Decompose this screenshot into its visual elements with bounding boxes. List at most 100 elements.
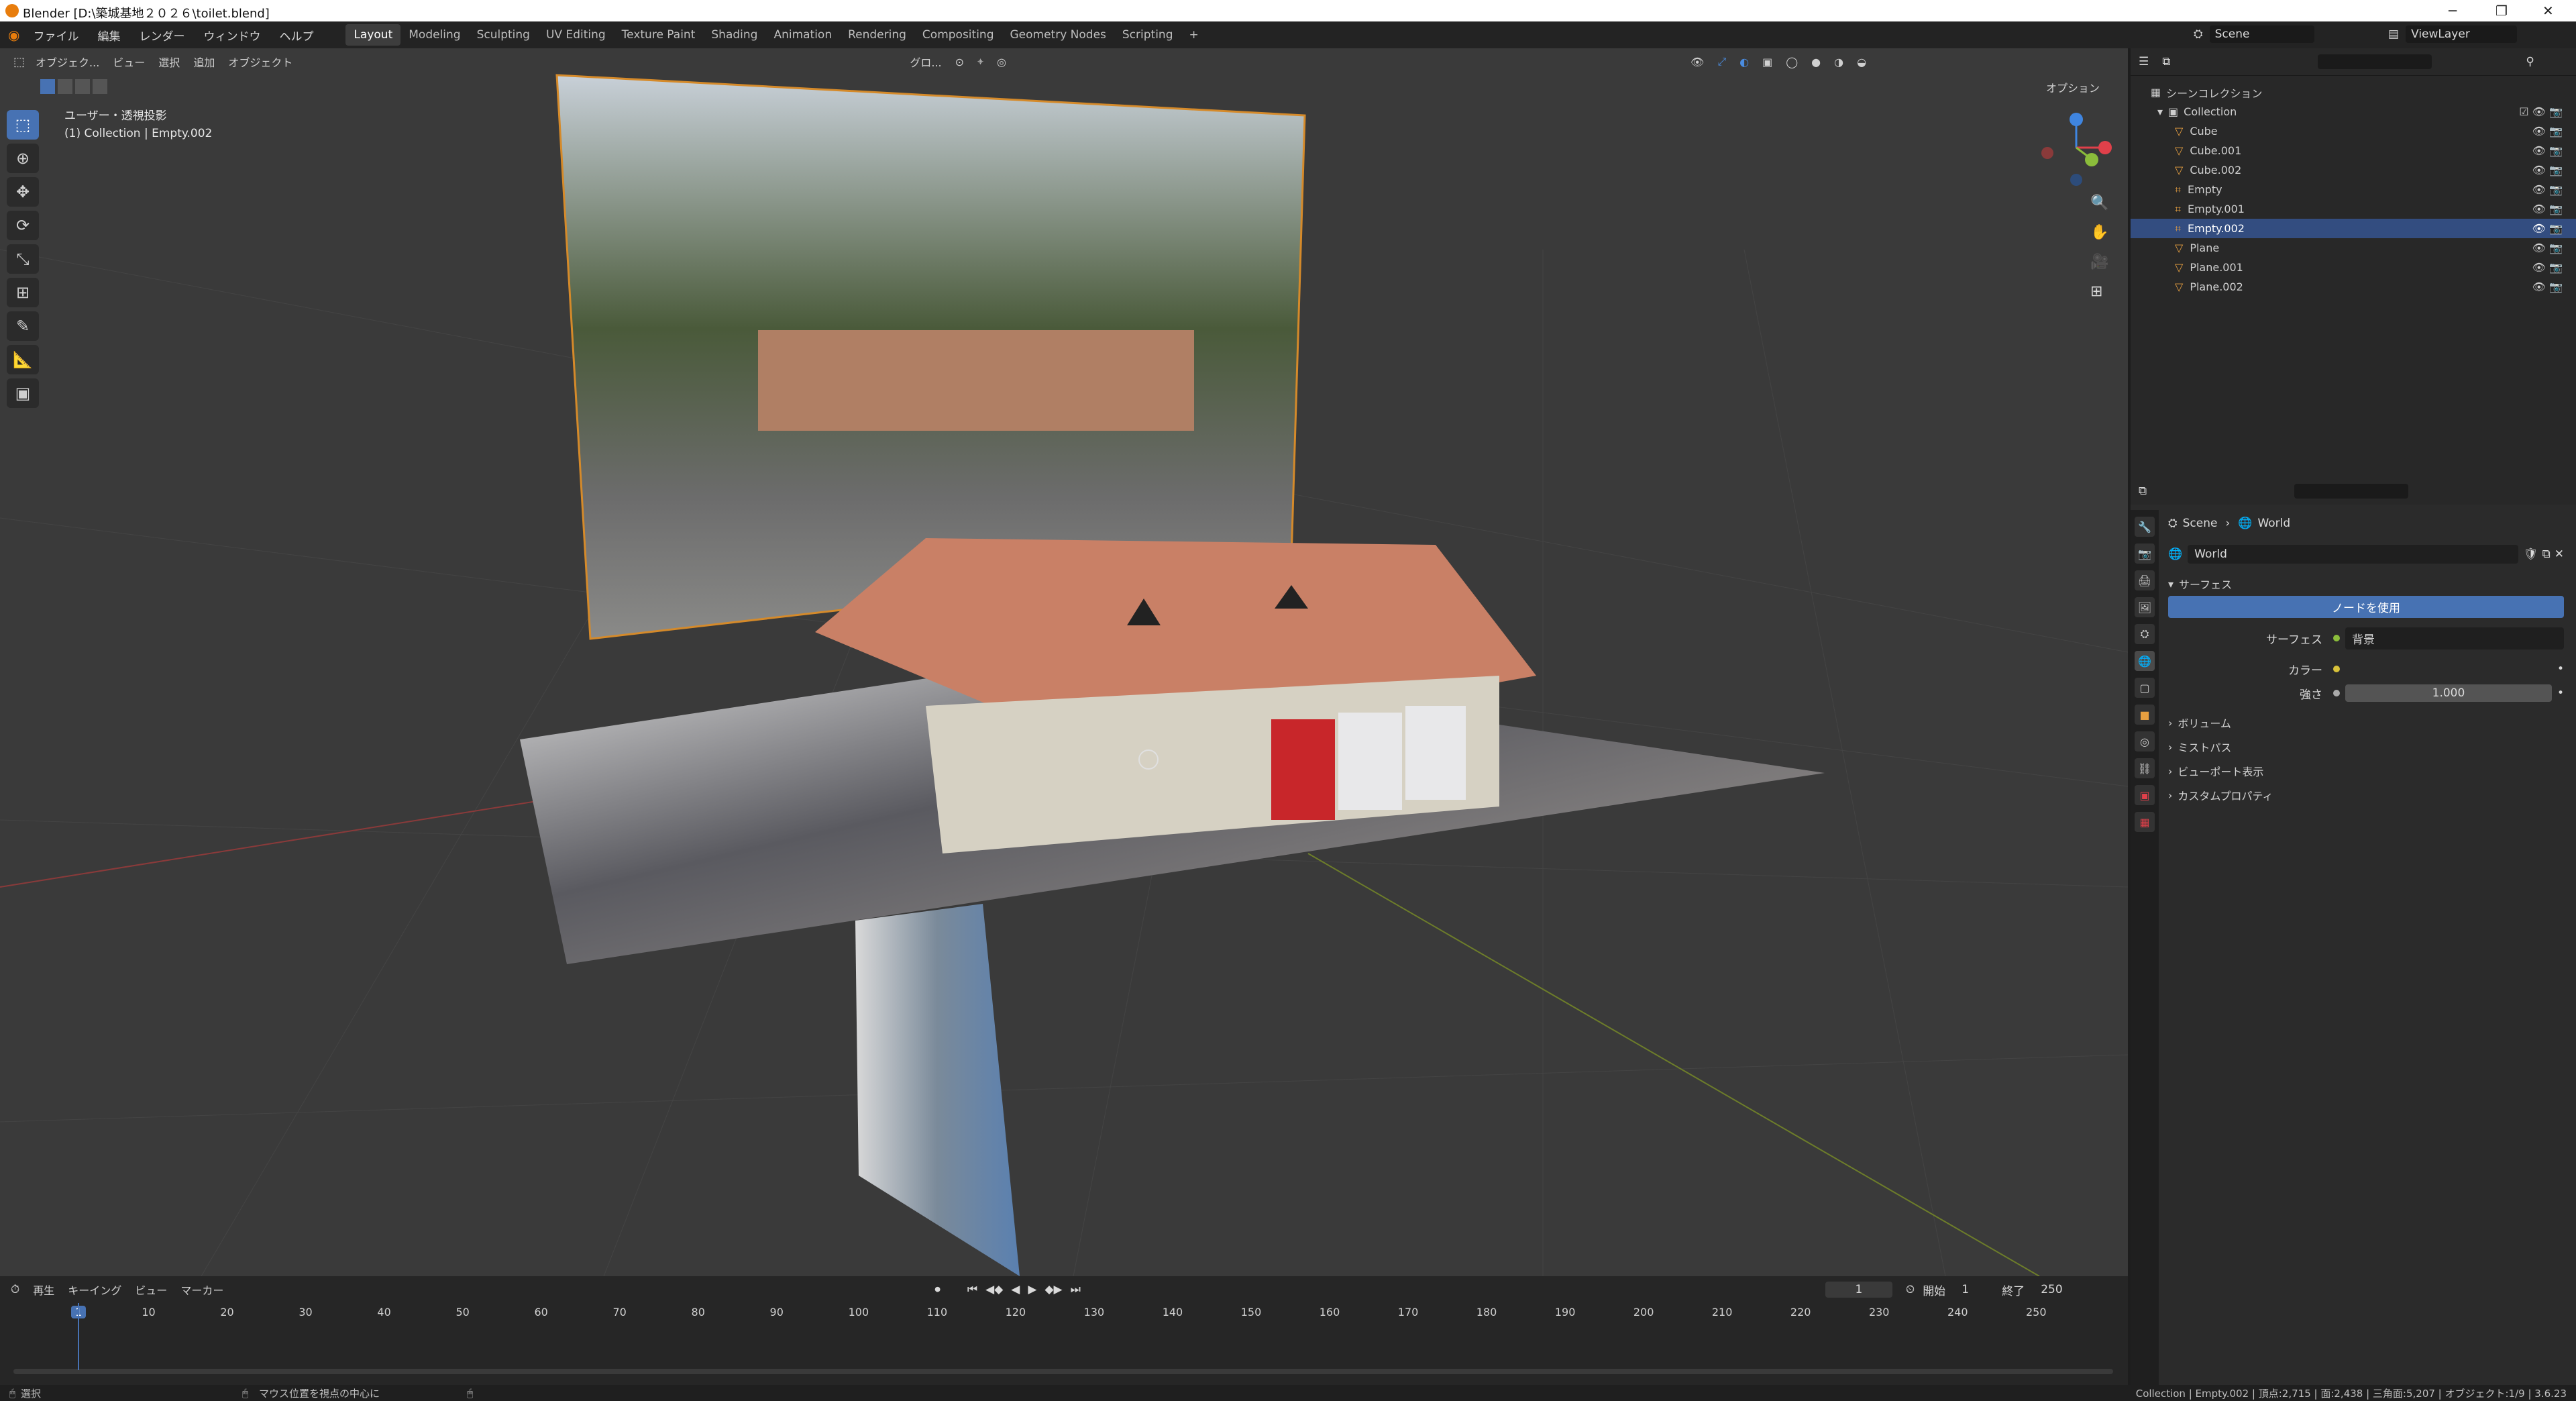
- playback-menu[interactable]: 再生: [33, 1282, 54, 1298]
- select-intersect-icon[interactable]: [93, 79, 107, 94]
- outliner-item-empty-002[interactable]: ⌗ Empty.002 👁 📷: [2131, 219, 2576, 238]
- visibility-toggle-icon[interactable]: 👁 📷: [2532, 183, 2563, 196]
- gizmo-z-axis[interactable]: [2070, 113, 2083, 126]
- outliner-item-plane[interactable]: ▽ Plane 👁 📷: [2151, 238, 2576, 258]
- tool-tab-icon[interactable]: 🔧: [2135, 517, 2155, 537]
- shading-rendered-icon[interactable]: ◒: [1857, 56, 1866, 68]
- shading-material-icon[interactable]: ◑: [1834, 56, 1843, 68]
- transform-orientation-dropdown[interactable]: グロ...: [910, 54, 941, 70]
- surface-panel-header[interactable]: ▾ サーフェス: [2168, 572, 2564, 596]
- viewport-menu-add[interactable]: 追加: [193, 54, 215, 70]
- scale-tool-icon[interactable]: ⤡: [7, 244, 39, 274]
- outliner-editor-icon[interactable]: ☰: [2139, 55, 2149, 68]
- jump-end-icon[interactable]: ⏭: [1071, 1283, 1081, 1296]
- visibility-toggle-icon[interactable]: 👁 📷: [2532, 203, 2563, 215]
- move-tool-icon[interactable]: ✥: [7, 177, 39, 207]
- shading-wireframe-icon[interactable]: ◯: [1786, 56, 1798, 68]
- menu-edit[interactable]: 編集: [97, 27, 120, 44]
- visibility-toggle-icon[interactable]: 👁 📷: [2532, 261, 2563, 274]
- tab-compositing[interactable]: Compositing: [914, 24, 1002, 46]
- menu-help[interactable]: ヘルプ: [279, 27, 313, 44]
- output-tab-icon[interactable]: 🖨: [2135, 570, 2155, 590]
- visibility-toggle-icon[interactable]: 👁 📷: [2532, 280, 2563, 293]
- scene-collection-row[interactable]: ▦ シーンコレクション: [2151, 83, 2576, 102]
- keyframe-dot-icon[interactable]: •: [2557, 662, 2564, 676]
- visibility-icon[interactable]: 👁: [1690, 56, 1704, 68]
- add-workspace-icon[interactable]: +: [1181, 24, 1207, 46]
- outliner-item-plane-001[interactable]: ▽ Plane.001 👁 📷: [2151, 258, 2576, 277]
- mode-dropdown[interactable]: オブジェク...: [36, 54, 99, 70]
- data-tab-icon[interactable]: ▣: [2135, 785, 2155, 805]
- properties-search-input[interactable]: [2294, 484, 2409, 499]
- properties-editor-icon[interactable]: ⧉: [2139, 484, 2147, 498]
- transform-tool-icon[interactable]: ⊞: [7, 278, 39, 307]
- 3d-viewport[interactable]: [0, 48, 2128, 1276]
- pan-hand-icon[interactable]: ✋: [2090, 224, 2117, 254]
- color-swatch[interactable]: [2345, 661, 2552, 677]
- gizmo-x-axis[interactable]: [2098, 141, 2112, 154]
- surface-shader-field[interactable]: 背景: [2345, 627, 2564, 650]
- annotate-tool-icon[interactable]: ✎: [7, 311, 39, 341]
- outliner-item-cube-002[interactable]: ▽ Cube.002 👁 📷: [2151, 160, 2576, 180]
- timeline-scrollbar[interactable]: [13, 1369, 2113, 1374]
- gizmo-toggle-icon[interactable]: ⤢: [1717, 55, 1726, 68]
- timeline-editor-icon[interactable]: ⏱: [11, 1283, 19, 1296]
- viewport-display-panel-header[interactable]: › ビューポート表示: [2168, 759, 2564, 783]
- world-name-field[interactable]: World: [2188, 545, 2519, 564]
- tab-rendering[interactable]: Rendering: [840, 24, 914, 46]
- pivot-icon[interactable]: ⊙: [955, 56, 964, 68]
- scene-tab-icon[interactable]: ⛭: [2135, 624, 2155, 644]
- prev-keyframe-icon[interactable]: ◀◆: [985, 1283, 1003, 1296]
- camera-view-icon[interactable]: 🎥: [2090, 254, 2117, 283]
- auto-key-icon[interactable]: ⏺: [934, 1283, 941, 1296]
- object-tab-icon[interactable]: ■: [2135, 705, 2155, 725]
- menu-window[interactable]: ウィンドウ: [203, 27, 260, 44]
- scene-selector[interactable]: ⛭ Scene: [2194, 25, 2314, 43]
- strength-field[interactable]: 1.000: [2345, 684, 2552, 702]
- view-layer-tab-icon[interactable]: 🖼: [2135, 597, 2155, 617]
- measure-tool-icon[interactable]: 📐: [7, 345, 39, 374]
- select-extend-icon[interactable]: [58, 79, 72, 94]
- world-tab-icon[interactable]: 🌐: [2135, 651, 2155, 671]
- select-box-tool-icon[interactable]: ⬚: [7, 110, 39, 140]
- tab-layout[interactable]: Layout: [345, 24, 401, 46]
- menu-render[interactable]: レンダー: [139, 27, 184, 44]
- play-reverse-icon[interactable]: ◀: [1011, 1283, 1020, 1296]
- proportional-edit-icon[interactable]: ◎: [997, 56, 1006, 68]
- tab-geometry-nodes[interactable]: Geometry Nodes: [1002, 24, 1114, 46]
- add-cube-tool-icon[interactable]: ▣: [7, 378, 39, 408]
- timeline-view-menu[interactable]: ビュー: [135, 1282, 167, 1298]
- physics-tab-icon[interactable]: ◎: [2135, 731, 2155, 751]
- filter-icon[interactable]: ⚲: [2526, 55, 2534, 68]
- texture-tab-icon[interactable]: ▦: [2135, 812, 2155, 832]
- maximize-button[interactable]: ❐: [2496, 3, 2508, 19]
- zoom-icon[interactable]: 🔍: [2090, 195, 2117, 224]
- display-mode-icon[interactable]: ⧉: [2162, 55, 2170, 68]
- viewlayer-field[interactable]: ViewLayer: [2406, 25, 2518, 43]
- tab-modeling[interactable]: Modeling: [400, 24, 468, 46]
- viewport-scene[interactable]: [0, 48, 2128, 1276]
- outliner-item-empty-001[interactable]: ⌗ Empty.001 👁 📷: [2151, 199, 2576, 219]
- overlay-toggle-icon[interactable]: ◐: [1739, 56, 1749, 68]
- next-keyframe-icon[interactable]: ◆▶: [1044, 1283, 1062, 1296]
- outliner-search-input[interactable]: [2318, 54, 2432, 69]
- constraints-tab-icon[interactable]: ⛓: [2135, 758, 2155, 778]
- xray-icon[interactable]: ▣: [1762, 56, 1772, 68]
- photo-plane-side[interactable]: [855, 904, 1020, 1276]
- end-frame-field[interactable]: 250: [2041, 1283, 2074, 1296]
- menu-file[interactable]: ファイル: [33, 27, 78, 44]
- duplicate-icon[interactable]: ⧉: [2542, 548, 2551, 561]
- keying-menu[interactable]: キーイング: [68, 1282, 121, 1298]
- close-button[interactable]: ✕: [2542, 3, 2554, 19]
- tab-animation[interactable]: Animation: [765, 24, 840, 46]
- minimize-button[interactable]: ─: [2449, 3, 2457, 19]
- visibility-toggle-icon[interactable]: 👁 📷: [2532, 144, 2563, 157]
- collection-row[interactable]: ▾ ▣ Collection ☑ 👁 📷: [2151, 102, 2576, 121]
- select-subtract-icon[interactable]: [75, 79, 90, 94]
- tab-sculpting[interactable]: Sculpting: [469, 24, 538, 46]
- visibility-toggle-icon[interactable]: 👁 📷: [2532, 164, 2563, 176]
- gizmo-neg-x-axis[interactable]: [2041, 147, 2053, 159]
- keyframe-dot-icon[interactable]: •: [2557, 686, 2564, 700]
- viewlayer-selector[interactable]: ▤ ViewLayer: [2388, 25, 2518, 43]
- scene-field[interactable]: Scene: [2209, 25, 2314, 43]
